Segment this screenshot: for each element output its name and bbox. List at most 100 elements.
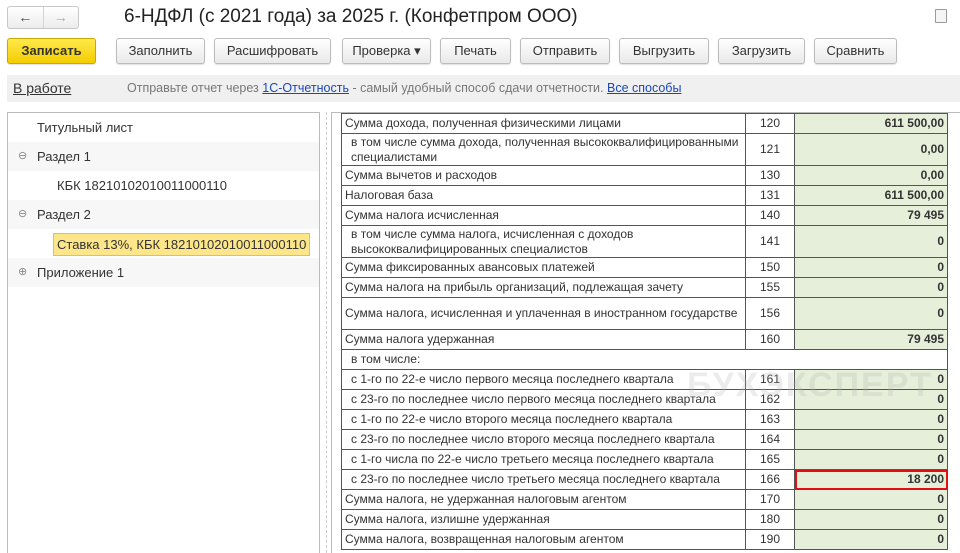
row-label: в том числе сумма налога, исчисленная с … bbox=[341, 225, 746, 258]
row-code: 120 bbox=[745, 113, 795, 134]
status-link[interactable]: В работе bbox=[13, 80, 71, 96]
collapse-icon[interactable]: ⊖ bbox=[18, 200, 27, 229]
row-value[interactable]: 611 500,00 bbox=[794, 185, 948, 206]
fill-button[interactable]: Заполнить bbox=[116, 38, 205, 64]
row-label: Сумма фиксированных авансовых платежей bbox=[341, 257, 746, 278]
tree-item-kbk[interactable]: КБК 18210102010011000110 bbox=[8, 171, 319, 200]
table-row: в том числе: bbox=[341, 349, 948, 370]
row-value[interactable]: 0 bbox=[794, 277, 948, 298]
expand-icon[interactable]: ⊕ bbox=[18, 258, 27, 287]
row-value[interactable]: 18 200 bbox=[794, 469, 948, 490]
table-row: в том числе сумма налога, исчисленная с … bbox=[341, 225, 948, 258]
back-arrow-icon[interactable]: ← bbox=[8, 7, 43, 28]
row-label: с 23-го по последнее число первого месяц… bbox=[341, 389, 746, 410]
row-code: 150 bbox=[745, 257, 795, 278]
all-methods-link[interactable]: Все способы bbox=[607, 81, 681, 95]
row-value[interactable]: 0 bbox=[794, 389, 948, 410]
table-row: Сумма дохода, полученная физическими лиц… bbox=[341, 113, 948, 134]
row-code: 190 bbox=[745, 529, 795, 550]
row-value[interactable]: 0 bbox=[794, 225, 948, 258]
tree-item-section-1[interactable]: ⊖ Раздел 1 bbox=[8, 142, 319, 171]
row-label: с 23-го по последнее число третьего меся… bbox=[341, 469, 746, 490]
row-code: 166 bbox=[745, 469, 795, 490]
check-dropdown-button[interactable]: Проверка ▾ bbox=[342, 38, 431, 64]
table-row: с 23-го по последнее число второго месяц… bbox=[341, 429, 948, 450]
row-value[interactable]: 0,00 bbox=[794, 133, 948, 166]
row-value[interactable]: 0 bbox=[794, 257, 948, 278]
row-label: с 1-го по 22-е число второго месяца посл… bbox=[341, 409, 746, 430]
row-code: 130 bbox=[745, 165, 795, 186]
table-row: с 23-го по последнее число первого месяц… bbox=[341, 389, 948, 410]
tree-item-label: Раздел 1 bbox=[37, 149, 91, 164]
table-row: с 1-го по 22-е число второго месяца посл… bbox=[341, 409, 948, 430]
row-value[interactable]: 0 bbox=[794, 449, 948, 470]
tree-item-label: КБК 18210102010011000110 bbox=[57, 178, 227, 193]
row-code: 161 bbox=[745, 369, 795, 390]
export-button[interactable]: Выгрузить bbox=[619, 38, 709, 64]
row-label: Сумма налога, излишне удержанная bbox=[341, 509, 746, 530]
decode-button[interactable]: Расшифровать bbox=[214, 38, 331, 64]
tree-item-rate-13[interactable]: Ставка 13%, КБК 18210102010011000110 bbox=[8, 229, 319, 258]
compare-button[interactable]: Сравнить bbox=[814, 38, 897, 64]
row-label: с 1-го числа по 22-е число третьего меся… bbox=[341, 449, 746, 470]
tree-item-section-2[interactable]: ⊖ Раздел 2 bbox=[8, 200, 319, 229]
row-label: с 23-го по последнее число второго месяц… bbox=[341, 429, 746, 450]
row-value[interactable]: 0 bbox=[794, 529, 948, 550]
table-row: с 1-го по 22-е число первого месяца посл… bbox=[341, 369, 948, 390]
row-code: 156 bbox=[745, 297, 795, 330]
row-label: Сумма налога удержанная bbox=[341, 329, 746, 350]
save-button[interactable]: Записать bbox=[7, 38, 96, 64]
import-button[interactable]: Загрузить bbox=[718, 38, 805, 64]
row-code: 180 bbox=[745, 509, 795, 530]
table-row: Сумма налога, излишне удержанная 180 0 bbox=[341, 509, 948, 530]
panel-splitter[interactable] bbox=[326, 112, 327, 553]
row-label: Сумма дохода, полученная физическими лиц… bbox=[341, 113, 746, 134]
row-code: 165 bbox=[745, 449, 795, 470]
table-row: Сумма налога на прибыль организаций, под… bbox=[341, 277, 948, 298]
row-label: в том числе сумма дохода, полученная выс… bbox=[341, 133, 746, 166]
table-row: Сумма налога, не удержанная налоговым аг… bbox=[341, 489, 948, 510]
1c-reporting-link[interactable]: 1С-Отчетность bbox=[262, 81, 349, 95]
row-value[interactable]: 0 bbox=[794, 509, 948, 530]
tree-item-label: Приложение 1 bbox=[37, 265, 125, 280]
row-value[interactable]: 0 bbox=[794, 409, 948, 430]
row-value[interactable]: 0,00 bbox=[794, 165, 948, 186]
table-row: с 23-го по последнее число третьего меся… bbox=[341, 469, 948, 490]
table-row: Налоговая база 131 611 500,00 bbox=[341, 185, 948, 206]
row-value[interactable]: 611 500,00 bbox=[794, 113, 948, 134]
table-row: Сумма налога исчисленная 140 79 495 bbox=[341, 205, 948, 226]
row-value[interactable]: 79 495 bbox=[794, 205, 948, 226]
toolbar: Записать Заполнить Расшифровать Проверка… bbox=[0, 38, 960, 64]
forward-arrow-icon[interactable]: → bbox=[42, 7, 79, 28]
tree-item-label-selected: Ставка 13%, КБК 18210102010011000110 bbox=[53, 233, 311, 256]
tree-item-appendix-1[interactable]: ⊕ Приложение 1 bbox=[8, 258, 319, 287]
row-value[interactable]: 0 bbox=[794, 429, 948, 450]
tree-item-title-page[interactable]: Титульный лист bbox=[8, 113, 319, 142]
floppy-disk-icon[interactable] bbox=[935, 9, 947, 23]
report-panel: Сумма дохода, полученная физическими лиц… bbox=[331, 112, 960, 553]
collapse-icon[interactable]: ⊖ bbox=[18, 142, 27, 171]
info-message: Отправьте отчет через 1С-Отчетность - са… bbox=[127, 81, 681, 95]
table-row: Сумма налога, возвращенная налоговым аге… bbox=[341, 529, 948, 550]
tree-item-label: Раздел 2 bbox=[37, 207, 91, 222]
row-label: Сумма налога на прибыль организаций, под… bbox=[341, 277, 746, 298]
tree-item-label: Титульный лист bbox=[37, 120, 134, 135]
row-code: 140 bbox=[745, 205, 795, 226]
table-row: Сумма налога удержанная 160 79 495 bbox=[341, 329, 948, 350]
row-value[interactable]: 79 495 bbox=[794, 329, 948, 350]
row-label: Сумма налога, не удержанная налоговым аг… bbox=[341, 489, 746, 510]
print-button[interactable]: Печать bbox=[440, 38, 511, 64]
row-label: Сумма налога исчисленная bbox=[341, 205, 746, 226]
row-code: 131 bbox=[745, 185, 795, 206]
message-text: - самый удобный способ сдачи отчетности. bbox=[348, 81, 607, 95]
row-value[interactable]: 0 bbox=[794, 489, 948, 510]
send-button[interactable]: Отправить bbox=[520, 38, 610, 64]
row-label: Сумма вычетов и расходов bbox=[341, 165, 746, 186]
row-label: Налоговая база bbox=[341, 185, 746, 206]
row-value[interactable]: 0 bbox=[794, 297, 948, 330]
row-value[interactable]: 0 bbox=[794, 369, 948, 390]
table-row: в том числе сумма дохода, полученная выс… bbox=[341, 133, 948, 166]
row-code: 162 bbox=[745, 389, 795, 410]
message-text: Отправьте отчет через bbox=[127, 81, 263, 95]
row-code: 160 bbox=[745, 329, 795, 350]
